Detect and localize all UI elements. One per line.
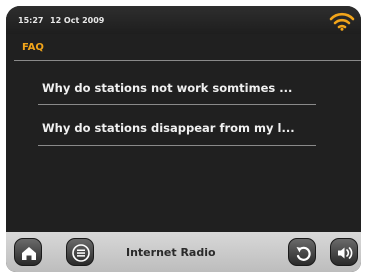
volume-icon [338, 247, 353, 259]
volume-button[interactable] [330, 238, 358, 266]
display-screen: 15:27 12 Oct 2009 FAQ Why do stations no… [6, 6, 361, 272]
menu-icon [72, 244, 90, 262]
faq-item[interactable]: Why do stations disappear from my l... [6, 113, 361, 143]
home-button[interactable] [14, 238, 42, 266]
clock-time: 15:27 [18, 16, 44, 25]
back-button[interactable] [288, 238, 316, 266]
home-icon [22, 247, 36, 260]
wifi-signal-icon [329, 11, 355, 31]
faq-item-label: Why do stations disappear from my l... [42, 121, 295, 135]
status-date: 12 Oct 2009 [50, 16, 105, 25]
menu-button[interactable] [66, 238, 94, 266]
breadcrumb-divider [14, 60, 361, 61]
radio-device-frame: 15:27 12 Oct 2009 FAQ Why do stations no… [0, 0, 366, 276]
bottom-bar-title: Internet Radio [126, 246, 216, 259]
back-icon [296, 246, 311, 261]
breadcrumb: FAQ [22, 42, 44, 53]
list-divider [38, 104, 316, 105]
faq-item-label: Why do stations not work somtimes ... [42, 81, 293, 95]
faq-item[interactable]: Why do stations not work somtimes ... [6, 73, 361, 103]
bottom-bar: Internet Radio [6, 232, 361, 272]
status-bar: 15:27 12 Oct 2009 [6, 6, 361, 34]
list-divider [38, 145, 316, 146]
